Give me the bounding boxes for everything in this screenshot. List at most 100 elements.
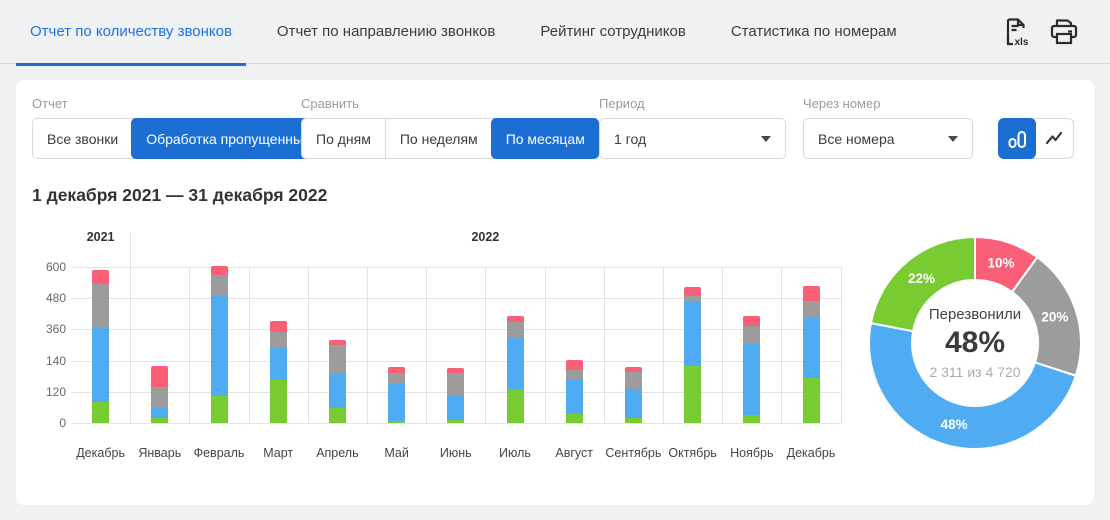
- tab-calls-direction-report[interactable]: Отчет по направлению звонков: [263, 0, 509, 64]
- bar-chart-view-button[interactable]: [998, 118, 1036, 159]
- tab-label: Отчет по направлению звонков: [276, 23, 496, 40]
- bar-segment-green-8[interactable]: [565, 413, 583, 423]
- gridline: [367, 267, 368, 423]
- gridline: [544, 267, 546, 423]
- bar-segment-gray-9[interactable]: [624, 371, 642, 389]
- tab-number-statistics[interactable]: Статистика по номерам: [717, 0, 911, 64]
- report-tabbar: Отчет по количеству звонков Отчет по нап…: [0, 0, 1110, 66]
- gridline: [71, 267, 841, 268]
- bar-segment-red-8[interactable]: [565, 360, 583, 371]
- bar-segment-blue-7[interactable]: [506, 337, 524, 390]
- bar-segment-green-11[interactable]: [743, 414, 761, 423]
- compare-option-1[interactable]: По неделям: [384, 119, 492, 158]
- y-axis-tick-label: 120: [45, 384, 66, 399]
- gridline: [781, 267, 783, 423]
- bar-segment-blue-12[interactable]: [802, 317, 820, 378]
- y-axis-tick-label: 480: [45, 291, 66, 306]
- bar-segment-blue-8[interactable]: [565, 380, 583, 414]
- print-button[interactable]: [1048, 17, 1080, 46]
- bar-segment-red-4[interactable]: [328, 340, 346, 345]
- bar-segment-red-5[interactable]: [388, 367, 406, 374]
- bar-segment-gray-12[interactable]: [802, 301, 820, 318]
- bar-segment-blue-11[interactable]: [743, 344, 761, 415]
- bar-segment-green-4[interactable]: [328, 407, 346, 423]
- report-type-segmented-control: Все звонки Обработка пропущенных: [32, 118, 325, 159]
- bar-segment-red-6[interactable]: [447, 367, 465, 374]
- compare-option-0[interactable]: По дням: [302, 119, 385, 158]
- tab-employee-rating[interactable]: Рейтинг сотрудников: [526, 0, 699, 64]
- compare-option-2[interactable]: По месяцам: [490, 118, 599, 159]
- gridline: [71, 298, 841, 300]
- donut-center-value: 48%: [944, 326, 1006, 359]
- donut-center-subtext: 2 311 из 4 720: [929, 364, 1021, 380]
- bar-segment-green-2[interactable]: [210, 395, 228, 423]
- gridline: [71, 329, 841, 331]
- bar-segment-blue-6[interactable]: [447, 395, 465, 421]
- period-select[interactable]: 1 год: [599, 118, 786, 159]
- bar-segment-gray-2[interactable]: [210, 274, 228, 295]
- bar-segment-green-1[interactable]: [151, 418, 169, 423]
- print-icon: [1050, 19, 1078, 45]
- bar-chart-icon: [1008, 130, 1026, 148]
- line-chart-icon: [1045, 131, 1063, 144]
- bar-segment-blue-9[interactable]: [624, 388, 642, 419]
- bar-segment-blue-0[interactable]: [92, 326, 110, 403]
- chevron-down-icon: [761, 135, 771, 142]
- bar-segment-blue-1[interactable]: [151, 407, 169, 419]
- bar-segment-green-9[interactable]: [624, 418, 642, 423]
- period-filter-label: Период: [599, 96, 645, 111]
- bar-segment-red-3[interactable]: [269, 321, 287, 332]
- bar-segment-blue-4[interactable]: [328, 374, 346, 408]
- number-select[interactable]: Все номера: [803, 118, 973, 159]
- bar-segment-red-1[interactable]: [151, 366, 169, 388]
- chart-view-toggle: [998, 118, 1074, 159]
- bar-segment-gray-7[interactable]: [506, 322, 524, 338]
- chevron-down-icon: [948, 135, 958, 142]
- bar-segment-gray-8[interactable]: [565, 370, 583, 381]
- bar-segment-red-10[interactable]: [684, 287, 702, 297]
- tab-calls-count-report[interactable]: Отчет по количеству звонков: [16, 0, 246, 66]
- xls-export-button[interactable]: xls: [1003, 16, 1030, 47]
- bar-segment-gray-6[interactable]: [447, 373, 465, 396]
- tab-label: Отчет по количеству звонков: [30, 23, 232, 40]
- y-axis-tick-label: 360: [45, 322, 66, 337]
- bar-segment-red-12[interactable]: [802, 285, 820, 302]
- bar-segment-green-0[interactable]: [92, 402, 110, 423]
- bar-segment-red-9[interactable]: [624, 367, 642, 372]
- bar-segment-green-12[interactable]: [802, 378, 820, 423]
- report-type-option-1[interactable]: Обработка пропущенных: [131, 118, 325, 159]
- bar-segment-gray-4[interactable]: [328, 344, 346, 375]
- bar-segment-red-7[interactable]: [506, 315, 524, 323]
- bar-segment-blue-2[interactable]: [210, 294, 228, 396]
- gridline: [485, 267, 487, 423]
- bar-segment-green-3[interactable]: [269, 380, 287, 423]
- bar-segment-blue-3[interactable]: [269, 347, 287, 381]
- donut-slice-label-0: 10%: [987, 256, 1014, 271]
- bar-segment-gray-1[interactable]: [151, 387, 169, 408]
- report-type-option-0[interactable]: Все звонки: [33, 119, 133, 158]
- number-filter-label: Через номер: [803, 96, 881, 111]
- bar-segment-gray-11[interactable]: [743, 326, 761, 345]
- gridline: [663, 267, 664, 423]
- gridline: [307, 267, 309, 423]
- bar-segment-blue-5[interactable]: [388, 383, 406, 421]
- bar-segment-gray-0[interactable]: [92, 284, 110, 327]
- year-label-2022: 2022: [471, 230, 500, 244]
- bar-segment-green-7[interactable]: [506, 389, 524, 423]
- bar-segment-red-2[interactable]: [210, 266, 228, 275]
- bar-segment-red-11[interactable]: [743, 315, 761, 327]
- line-chart-view-button[interactable]: [1035, 119, 1073, 158]
- toolbar-icons: xls: [1003, 16, 1110, 47]
- bar-segment-green-5[interactable]: [388, 420, 406, 423]
- bar-segment-blue-10[interactable]: [684, 301, 702, 366]
- bar-segment-green-6[interactable]: [447, 420, 465, 423]
- bar-segment-green-10[interactable]: [684, 365, 702, 423]
- gridline: [722, 267, 724, 423]
- gridline: [426, 267, 428, 423]
- bar-segment-gray-5[interactable]: [388, 373, 406, 384]
- bar-segment-gray-3[interactable]: [269, 332, 287, 348]
- tab-label: Статистика по номерам: [730, 23, 897, 40]
- tab-label: Рейтинг сотрудников: [540, 23, 686, 40]
- bar-segment-red-0[interactable]: [92, 270, 110, 285]
- bar-segment-gray-10[interactable]: [684, 296, 702, 302]
